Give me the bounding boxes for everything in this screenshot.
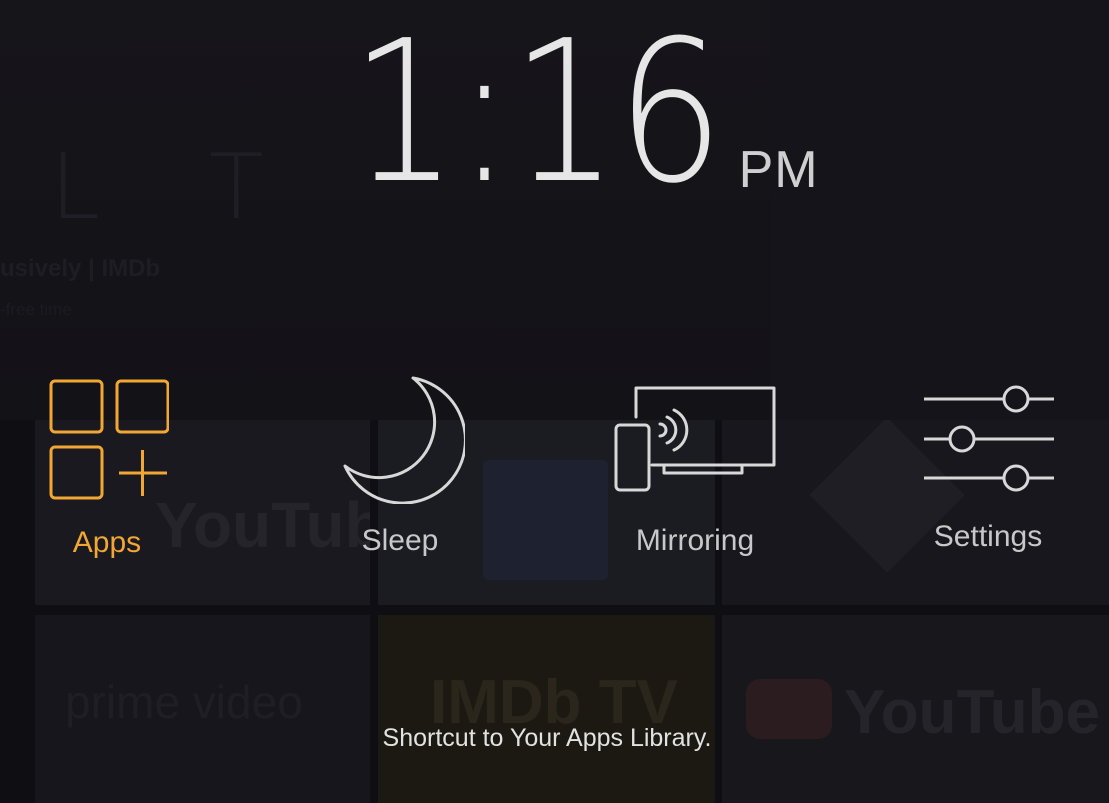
- quick-menu-sleep-button[interactable]: Sleep: [330, 372, 470, 558]
- background-tile-prime-video: prime video: [35, 615, 370, 803]
- quick-menu-apps-label: Apps: [72, 526, 142, 559]
- background-tile-imdb-tv: IMDb TV: [378, 615, 715, 803]
- apps-grid-icon: [49, 379, 169, 500]
- clock-time: 1:16: [350, 0, 724, 227]
- screen-mirroring-icon: [614, 386, 776, 492]
- quick-menu-apps-button[interactable]: Apps: [40, 378, 174, 560]
- fire-tv-quick-menu-screen: L T usively | IMDb -free time YouTube pr…: [0, 0, 1109, 803]
- quick-menu-mirroring-label: Mirroring: [635, 524, 755, 557]
- quick-menu-sleep-label: Sleep: [361, 524, 439, 557]
- selection-hint: Shortcut to Your Apps Library.: [382, 724, 712, 752]
- background-hero-subtitle: -free time: [0, 300, 72, 319]
- quick-menu-settings-button[interactable]: Settings: [918, 382, 1058, 554]
- sliders-icon: [924, 385, 1054, 492]
- moon-icon: [343, 376, 465, 504]
- background-tile-art: [483, 460, 608, 580]
- background-tile-youtube-2: YouTube: [722, 615, 1109, 803]
- clock-meridiem: PM: [738, 141, 819, 199]
- background-hero-tagline: usively | IMDb: [0, 255, 161, 282]
- quick-menu-settings-label: Settings: [933, 520, 1043, 553]
- quick-menu-mirroring-button[interactable]: Mirroring: [610, 384, 780, 558]
- clock: 1:16 PM: [0, 0, 1109, 227]
- background-tile-label: prime video: [65, 676, 303, 728]
